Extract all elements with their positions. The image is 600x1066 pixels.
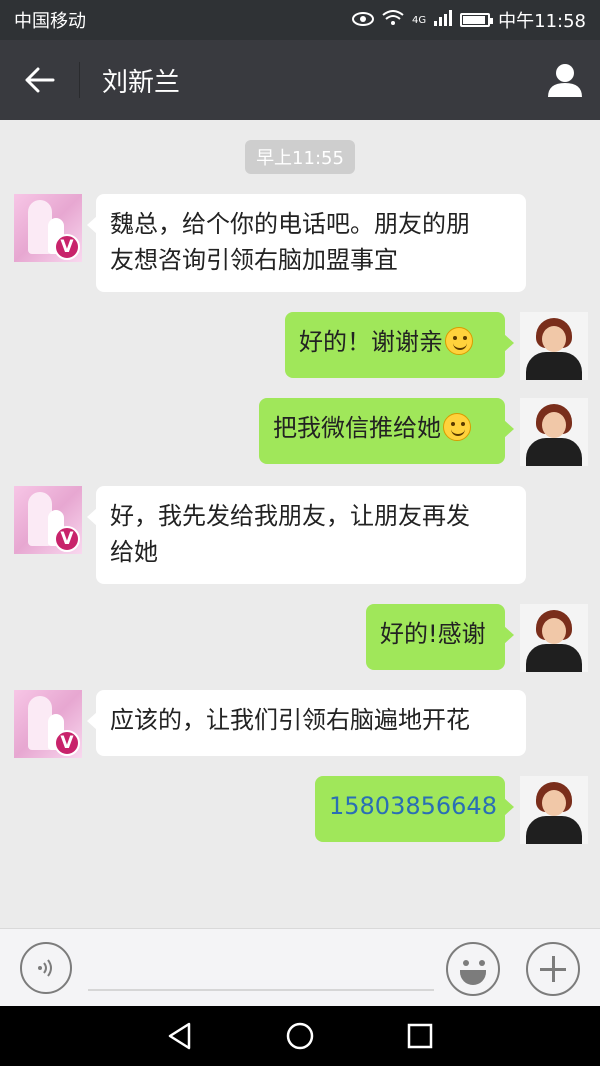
battery-icon (460, 13, 494, 27)
chat-title: 刘新兰 (102, 67, 181, 98)
back-button[interactable] (0, 40, 80, 120)
time-divider: 早上11:55 (245, 140, 355, 174)
message-text: 应该的，让我们引领右脑遍地开花 (110, 706, 470, 734)
message-text: 魏总，给个你的电话吧。朋友的朋 (110, 210, 470, 238)
wifi-icon (382, 10, 404, 30)
my-avatar[interactable] (520, 776, 588, 844)
navigation-bar (0, 1006, 600, 1066)
voice-button[interactable] (20, 942, 72, 994)
status-bar: 中国移动 4G 中午11:58 (0, 0, 600, 40)
nav-recents-button[interactable] (400, 1016, 440, 1056)
phone-number-link[interactable]: 15803856648 (329, 792, 497, 820)
back-triangle-icon (168, 1022, 191, 1050)
clock: 中午11:58 (498, 11, 586, 32)
message-bubble[interactable]: 15803856648 (315, 776, 514, 842)
message-text: 好，我先发给我朋友，让朋友再发 (110, 502, 470, 530)
chat-header: 刘新兰 (0, 40, 600, 120)
back-arrow-icon (25, 67, 55, 93)
message-bubble[interactable]: 好的！谢谢亲 (285, 312, 514, 378)
message-text: 给她 (110, 538, 158, 566)
verified-badge-icon: V (54, 730, 80, 756)
message-bubble[interactable]: 好，我先发给我朋友，让朋友再发 给她 (87, 486, 526, 584)
smile-emoji-icon (445, 327, 473, 355)
voice-icon (38, 959, 52, 977)
input-bar (0, 928, 600, 1006)
contact-avatar[interactable]: V (14, 486, 82, 554)
profile-button[interactable] (530, 40, 600, 120)
signal-icon (434, 10, 453, 30)
status-icons: 4G 中午11:58 (352, 7, 586, 33)
contact-avatar[interactable]: V (14, 194, 82, 262)
contact-avatar[interactable]: V (14, 690, 82, 758)
message-text: 把我微信推给她 (273, 414, 441, 442)
carrier-name: 中国移动 (14, 11, 86, 32)
message-bubble[interactable]: 应该的，让我们引领右脑遍地开花 (87, 690, 526, 756)
plus-button[interactable] (526, 942, 580, 996)
home-circle-icon (286, 1022, 314, 1050)
verified-badge-icon: V (54, 234, 80, 260)
nav-home-button[interactable] (280, 1016, 320, 1056)
message-bubble[interactable]: 魏总，给个你的电话吧。朋友的朋 友想咨询引领右脑加盟事宜 (87, 194, 526, 292)
message-input[interactable] (88, 945, 434, 991)
smile-emoji-icon (443, 413, 471, 441)
my-avatar[interactable] (520, 398, 588, 466)
message-text: 好的!感谢 (380, 620, 486, 648)
recents-square-icon (407, 1023, 433, 1049)
nav-back-button[interactable] (160, 1016, 200, 1056)
eye-icon (352, 11, 374, 30)
emoji-button[interactable] (446, 942, 500, 996)
verified-badge-icon: V (54, 526, 80, 552)
message-bubble[interactable]: 把我微信推给她 (259, 398, 514, 464)
message-bubble[interactable]: 好的!感谢 (366, 604, 514, 670)
my-avatar[interactable] (520, 604, 588, 672)
network-type-label: 4G (412, 14, 427, 26)
profile-icon (548, 64, 582, 97)
message-text: 好的！谢谢亲 (299, 328, 443, 356)
battery-fill (463, 16, 485, 24)
message-text: 友想咨询引领右脑加盟事宜 (110, 246, 398, 274)
my-avatar[interactable] (520, 312, 588, 380)
